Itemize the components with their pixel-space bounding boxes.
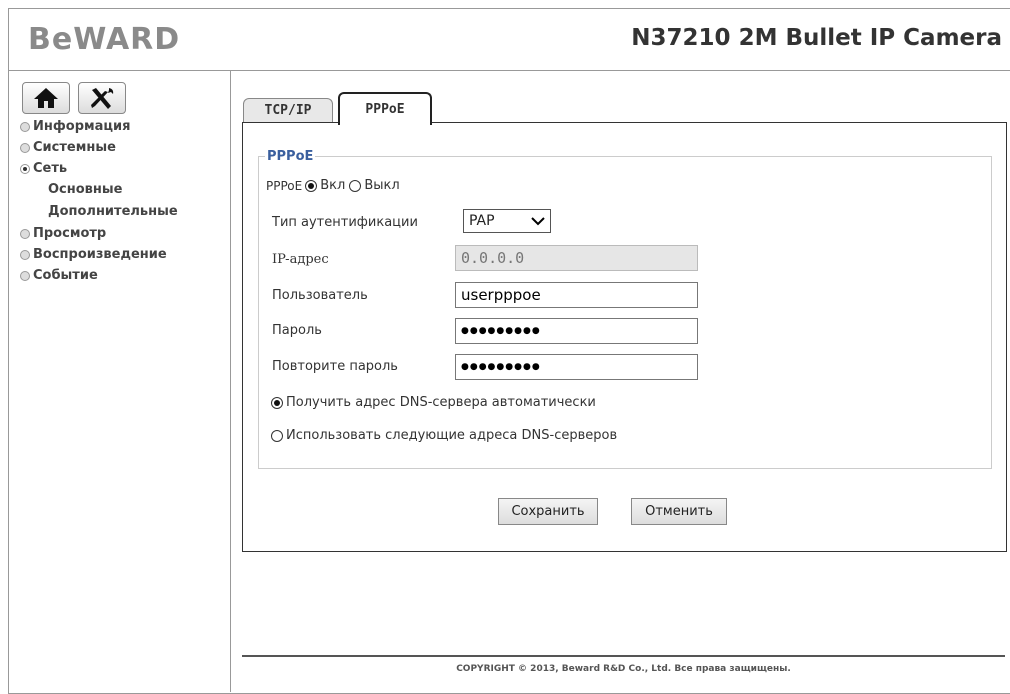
user-field[interactable]: userpppoe xyxy=(455,282,698,308)
ip-label: IP-адрес xyxy=(272,252,329,267)
bullet-icon xyxy=(20,249,30,260)
fieldset-legend: PPPoE xyxy=(267,149,314,164)
header: BeWARD N37210 2M Bullet IP Camera xyxy=(8,8,1010,71)
home-button[interactable] xyxy=(22,82,70,114)
auth-type-select[interactable]: PAP xyxy=(463,209,551,233)
password-label: Пароль xyxy=(272,323,322,338)
dns-auto-label: Получить адрес DNS-сервера автоматически xyxy=(286,395,596,410)
cancel-button[interactable]: Отменить xyxy=(631,498,727,525)
bullet-icon xyxy=(20,228,30,239)
copyright-text: COPYRIGHT © 2013, Beward R&D Co., Ltd. В… xyxy=(456,664,791,674)
menu-item-system[interactable]: Системные xyxy=(20,137,225,158)
dns-manual-row: Использовать следующие адреса DNS-сервер… xyxy=(271,428,617,443)
footer-divider xyxy=(242,655,1005,657)
tab-tcpip[interactable]: TCP/IP xyxy=(243,98,333,123)
settings-button[interactable] xyxy=(78,82,126,114)
dns-auto-radio[interactable] xyxy=(271,396,283,409)
menu-item-playback[interactable]: Воспроизведение xyxy=(20,244,225,265)
menu-label: Просмотр xyxy=(33,226,107,241)
menu-label: Информация xyxy=(33,119,131,134)
menu-label: Системные xyxy=(33,140,116,155)
dns-manual-radio[interactable] xyxy=(271,429,283,442)
menu-item-info[interactable]: Информация xyxy=(20,116,225,137)
bullet-icon xyxy=(20,121,30,132)
ip-field: 0.0.0.0 xyxy=(455,245,698,271)
pppoe-off-label: Выкл xyxy=(364,178,400,193)
pppoe-fieldset: PPPoE xyxy=(258,149,992,469)
user-label: Пользователь xyxy=(272,288,368,303)
pppoe-toggle-row: PPPoE Вкл Выкл xyxy=(266,178,400,193)
submenu-item-advanced[interactable]: Дополнительные xyxy=(20,201,225,223)
menu-label: Событие xyxy=(33,268,98,283)
menu-item-view[interactable]: Просмотр xyxy=(20,223,225,244)
sidebar-divider xyxy=(230,71,231,692)
submenu-item-basic[interactable]: Основные xyxy=(20,179,225,201)
menu-label: Сеть xyxy=(33,161,68,176)
pppoe-off-radio[interactable] xyxy=(349,179,362,192)
sidebar: Информация Системные Сеть Основные Допол… xyxy=(20,82,225,286)
tab-pppoe[interactable]: PPPoE xyxy=(338,92,432,125)
auth-type-label: Тип аутентификации xyxy=(272,215,418,230)
chevron-down-icon xyxy=(531,217,545,226)
pppoe-on-label: Вкл xyxy=(320,178,346,193)
page-title: N37210 2M Bullet IP Camera xyxy=(631,25,1002,51)
pppoe-label: PPPoE xyxy=(266,178,303,193)
repeat-password-label: Повторите пароль xyxy=(272,359,398,374)
repeat-password-field[interactable]: ●●●●●●●●● xyxy=(455,354,698,380)
dns-manual-label: Использовать следующие адреса DNS-сервер… xyxy=(286,428,618,443)
password-field[interactable]: ●●●●●●●●● xyxy=(455,318,698,344)
home-icon xyxy=(34,88,58,108)
tools-icon xyxy=(91,88,114,109)
menu-item-event[interactable]: Событие xyxy=(20,265,225,286)
pppoe-on-radio[interactable] xyxy=(305,179,318,192)
auth-type-value: PAP xyxy=(469,213,495,229)
menu-item-network[interactable]: Сеть xyxy=(20,158,225,179)
save-button[interactable]: Сохранить xyxy=(498,498,598,525)
brand-logo: BeWARD xyxy=(28,22,181,57)
menu-label: Воспроизведение xyxy=(33,247,167,262)
bullet-icon xyxy=(20,270,30,281)
bullet-active-icon xyxy=(20,163,30,174)
dns-auto-row: Получить адрес DNS-сервера автоматически xyxy=(271,395,596,410)
bullet-icon xyxy=(20,142,30,153)
